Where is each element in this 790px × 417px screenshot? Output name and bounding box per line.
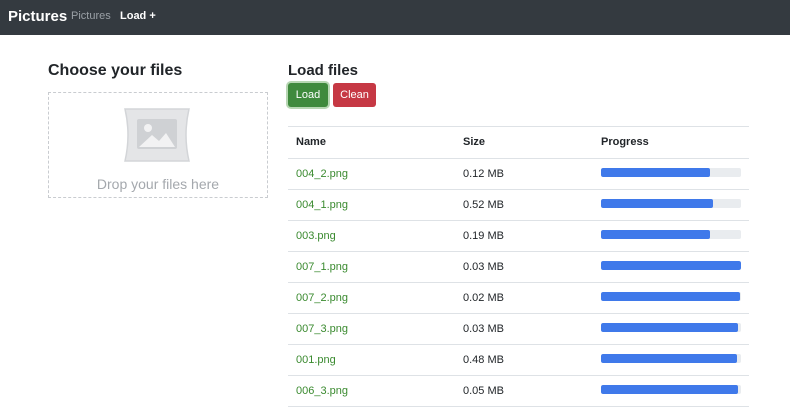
load-button[interactable]: Load xyxy=(288,83,328,107)
file-size: 0.05 MB xyxy=(463,385,504,397)
table-row: 001.png 0.48 MB xyxy=(288,345,749,376)
progress-track xyxy=(601,292,741,301)
progress-bar xyxy=(601,323,739,332)
table-header: Name Size Progress xyxy=(288,127,749,159)
file-name-link[interactable]: 004_2.png xyxy=(296,159,348,189)
file-size: 0.52 MB xyxy=(463,199,504,211)
progress-track xyxy=(601,385,741,394)
nav-link-pictures[interactable]: Pictures xyxy=(71,10,111,22)
file-name-link[interactable]: 003.png xyxy=(296,221,336,251)
clean-button[interactable]: Clean xyxy=(333,83,376,107)
choose-files-heading: Choose your files xyxy=(48,62,183,79)
progress-bar xyxy=(601,354,737,363)
progress-track xyxy=(601,230,741,239)
dropzone-text: Drop your files here xyxy=(96,176,220,192)
table-row: 007_1.png 0.03 MB xyxy=(288,252,749,283)
progress-bar xyxy=(601,199,713,208)
table-row: 004_1.png 0.52 MB xyxy=(288,190,749,221)
file-name-link[interactable]: 007_2.png xyxy=(296,283,348,313)
files-table: Name Size Progress 004_2.png 0.12 MB 004_1… xyxy=(288,126,749,407)
table-row: 007_2.png 0.02 MB xyxy=(288,283,749,314)
image-placeholder-icon xyxy=(124,108,190,162)
progress-track xyxy=(601,261,741,270)
top-navbar: Pictures Pictures Load + xyxy=(0,0,790,35)
file-size: 0.48 MB xyxy=(463,354,504,366)
table-row: 006_3.png 0.05 MB xyxy=(288,376,749,407)
navbar-brand[interactable]: Pictures xyxy=(8,8,67,25)
header-progress: Progress xyxy=(601,136,649,148)
progress-track xyxy=(601,323,741,332)
header-name: Name xyxy=(296,136,326,148)
file-size: 0.03 MB xyxy=(463,261,504,273)
load-files-heading: Load files xyxy=(288,62,359,79)
file-size: 0.12 MB xyxy=(463,168,504,180)
file-name-link[interactable]: 006_3.png xyxy=(296,376,348,406)
table-row: 007_3.png 0.03 MB xyxy=(288,314,749,345)
progress-track xyxy=(601,354,741,363)
progress-bar xyxy=(601,261,741,270)
progress-bar xyxy=(601,385,739,394)
progress-bar xyxy=(601,168,711,177)
file-name-link[interactable]: 007_3.png xyxy=(296,314,348,344)
progress-track xyxy=(601,199,741,208)
file-size: 0.19 MB xyxy=(463,230,504,242)
file-dropzone[interactable]: Drop your files here xyxy=(48,92,268,198)
header-size: Size xyxy=(463,136,486,148)
table-row: 003.png 0.19 MB xyxy=(288,221,749,252)
progress-bar xyxy=(601,292,740,301)
table-row: 004_2.png 0.12 MB xyxy=(288,159,749,190)
file-name-link[interactable]: 001.png xyxy=(296,345,336,375)
file-size: 0.02 MB xyxy=(463,292,504,304)
file-size: 0.03 MB xyxy=(463,323,504,335)
file-name-link[interactable]: 007_1.png xyxy=(296,252,348,282)
progress-bar xyxy=(601,230,711,239)
file-name-link[interactable]: 004_1.png xyxy=(296,190,348,220)
nav-link-load[interactable]: Load + xyxy=(120,10,156,22)
progress-track xyxy=(601,168,741,177)
